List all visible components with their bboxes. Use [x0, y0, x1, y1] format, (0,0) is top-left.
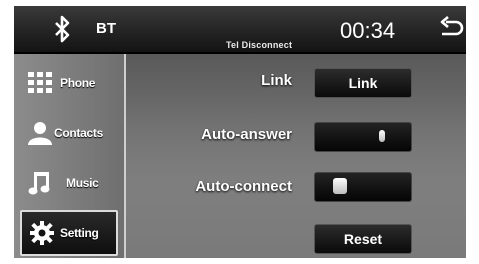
- sidebar-item-contacts[interactable]: Contacts: [20, 110, 118, 156]
- sidebar-item-label: Phone: [60, 76, 96, 90]
- top-bar: BT Tel Disconnect 00:34: [14, 6, 466, 54]
- link-label: Link: [261, 72, 292, 89]
- back-arrow-icon[interactable]: [438, 16, 464, 42]
- auto-connect-label: Auto-connect: [195, 178, 292, 195]
- reset-button[interactable]: Reset: [314, 224, 412, 254]
- link-button[interactable]: Link: [314, 68, 412, 98]
- toggle-knob: [333, 178, 347, 194]
- bt-settings-screen: BT Tel Disconnect 00:34 Phone Contacts M…: [14, 6, 466, 258]
- gear-icon: [28, 219, 56, 247]
- clock: 00:34: [340, 18, 396, 43]
- bluetooth-icon: [55, 15, 70, 43]
- sidebar-item-phone[interactable]: Phone: [20, 60, 118, 106]
- music-note-icon: [26, 169, 54, 197]
- keypad-icon: [26, 69, 54, 97]
- connection-status: Tel Disconnect: [226, 40, 293, 50]
- sidebar-item-label: Contacts: [54, 126, 103, 140]
- sidebar-item-label: Setting: [60, 226, 99, 240]
- sidebar: Phone Contacts Music Setting: [14, 54, 124, 258]
- toggle-knob: [379, 130, 385, 142]
- auto-answer-label: Auto-answer: [201, 126, 292, 143]
- bt-label: BT: [96, 20, 116, 37]
- sidebar-divider: [124, 54, 126, 258]
- sidebar-item-setting[interactable]: Setting: [20, 210, 118, 256]
- auto-connect-toggle[interactable]: [314, 172, 412, 202]
- sidebar-item-label: Music: [66, 176, 99, 190]
- auto-answer-toggle[interactable]: [314, 122, 412, 152]
- contacts-icon: [26, 119, 54, 147]
- sidebar-item-music[interactable]: Music: [20, 160, 118, 206]
